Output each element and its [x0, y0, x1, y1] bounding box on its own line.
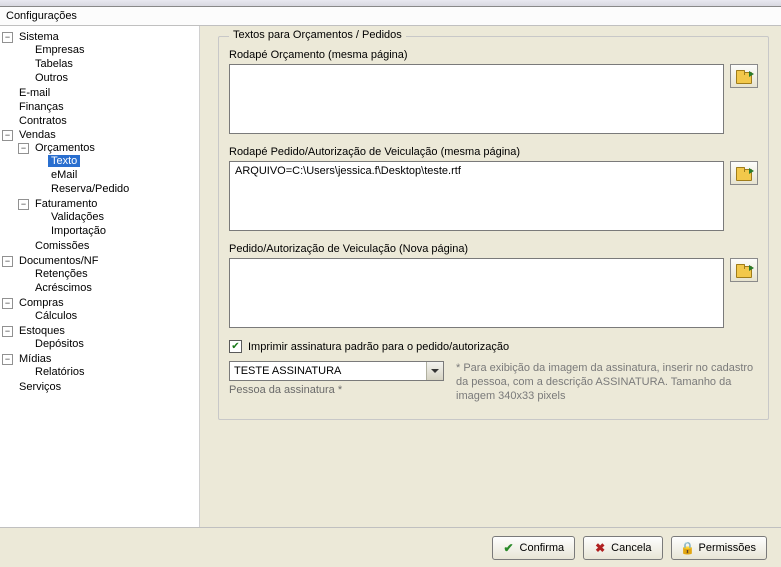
tree-label: Sistema	[16, 31, 62, 43]
tree-node-validacoes[interactable]: Validações	[34, 211, 197, 223]
tree-node-comissoes[interactable]: Comissões	[18, 240, 197, 252]
x-icon: ✖	[594, 542, 606, 554]
collapse-icon[interactable]: −	[2, 298, 13, 309]
collapse-icon[interactable]: −	[2, 354, 13, 365]
collapse-icon[interactable]: −	[18, 199, 29, 210]
tree-node-faturamento[interactable]: − Faturamento	[18, 198, 197, 210]
lock-icon: 🔒	[682, 542, 694, 554]
browse-button-rodape-orcamento[interactable]	[730, 64, 758, 88]
textarea-rodape-pedido[interactable]	[229, 161, 724, 231]
tree-node-sistema[interactable]: − Sistema	[2, 31, 197, 43]
tree-node-email[interactable]: E-mail	[2, 87, 197, 99]
tree-node-contratos[interactable]: Contratos	[2, 115, 197, 127]
tree-node-reserva-pedido[interactable]: Reserva/Pedido	[34, 183, 197, 195]
combo-sublabel: Pessoa da assinatura *	[229, 384, 444, 396]
collapse-icon[interactable]: −	[2, 32, 13, 43]
tree-node-compras[interactable]: − Compras	[2, 297, 197, 309]
collapse-icon[interactable]: −	[18, 143, 29, 154]
button-label: Permissões	[699, 542, 756, 554]
browse-button-pedido-nova[interactable]	[730, 258, 758, 282]
folder-open-icon	[736, 167, 752, 180]
groupbox-textos: Textos para Orçamentos / Pedidos Rodapé …	[218, 36, 769, 420]
textarea-pedido-nova[interactable]	[229, 258, 724, 328]
dropdown-arrow-icon[interactable]	[426, 362, 443, 380]
confirma-button[interactable]: ✔ Confirma	[492, 536, 576, 560]
button-label: Confirma	[520, 542, 565, 554]
permissoes-button[interactable]: 🔒 Permissões	[671, 536, 767, 560]
bottom-bar: ✔ Confirma ✖ Cancela 🔒 Permissões	[0, 527, 781, 567]
tree-node-vendas[interactable]: − Vendas	[2, 129, 197, 141]
checkbox-label: Imprimir assinatura padrão para o pedido…	[248, 341, 509, 353]
tree-node-texto[interactable]: Texto	[34, 155, 197, 167]
checkbox-imprimir-assinatura[interactable]: ✔	[229, 340, 242, 353]
collapse-icon[interactable]: −	[2, 256, 13, 267]
tree-node-tabelas[interactable]: Tabelas	[18, 58, 197, 70]
label-rodape-pedido: Rodapé Pedido/Autorização de Veiculação …	[229, 146, 758, 158]
tree-node-retencoes[interactable]: Retenções	[18, 268, 197, 280]
tree-node-midias[interactable]: − Mídias	[2, 353, 197, 365]
tree-node-orcamentos[interactable]: − Orçamentos	[18, 142, 197, 154]
tree-node-calculos[interactable]: Cálculos	[18, 310, 197, 322]
tree-node-estoques[interactable]: − Estoques	[2, 325, 197, 337]
hint-text: * Para exibição da imagem da assinatura,…	[456, 361, 756, 403]
combo-pessoa-assinatura[interactable]	[229, 361, 444, 381]
tree-node-servicos[interactable]: Serviços	[2, 381, 197, 393]
tree-node-relatorios[interactable]: Relatórios	[18, 366, 197, 378]
tree-node-empresas[interactable]: Empresas	[18, 44, 197, 56]
collapse-icon[interactable]: −	[2, 326, 13, 337]
label-rodape-orcamento: Rodapé Orçamento (mesma página)	[229, 49, 758, 61]
page-title: Configurações	[6, 10, 77, 22]
label-pedido-nova: Pedido/Autorização de Veiculação (Nova p…	[229, 243, 758, 255]
tree-node-documentos-nf[interactable]: − Documentos/NF	[2, 255, 197, 267]
folder-open-icon	[736, 264, 752, 277]
sidebar-tree: − Sistema Empresas Tabelas Outros E-mail…	[0, 26, 200, 542]
button-label: Cancela	[611, 542, 651, 554]
check-icon: ✔	[503, 542, 515, 554]
textarea-rodape-orcamento[interactable]	[229, 64, 724, 134]
tree-node-acrescimos[interactable]: Acréscimos	[18, 282, 197, 294]
groupbox-legend: Textos para Orçamentos / Pedidos	[229, 29, 406, 41]
folder-open-icon	[736, 70, 752, 83]
tree-node-financas[interactable]: Finanças	[2, 101, 197, 113]
cancela-button[interactable]: ✖ Cancela	[583, 536, 662, 560]
tree-node-vendas-email[interactable]: eMail	[34, 169, 197, 181]
tree-node-depositos[interactable]: Depósitos	[18, 338, 197, 350]
tree-node-outros[interactable]: Outros	[18, 72, 197, 84]
browse-button-rodape-pedido[interactable]	[730, 161, 758, 185]
tree-node-importacao[interactable]: Importação	[34, 225, 197, 237]
window-titlebar-strip	[0, 0, 781, 7]
collapse-icon[interactable]: −	[2, 130, 13, 141]
